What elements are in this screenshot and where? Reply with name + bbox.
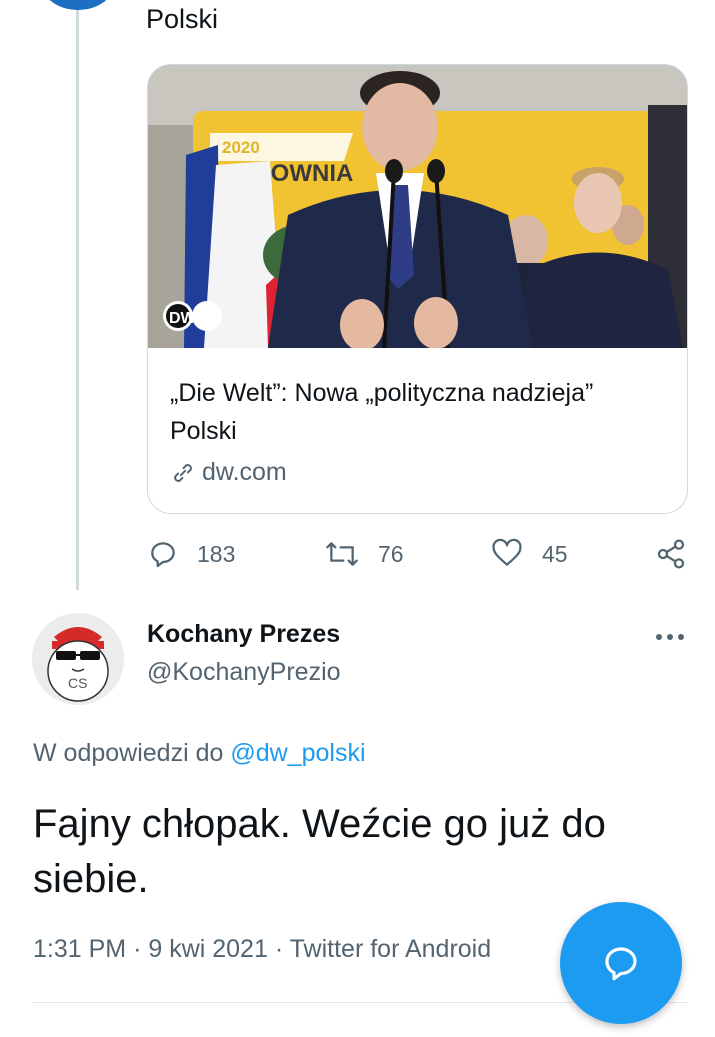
previous-tweet-text-tail: Polski — [146, 4, 219, 34]
retweet-count: 76 — [378, 540, 404, 567]
dw-logo-text: DW — [169, 310, 197, 327]
author-name[interactable]: Kochany Prezes — [147, 620, 340, 649]
more-options-button[interactable] — [652, 622, 688, 652]
tweet-date[interactable]: 9 kwi 2021 — [148, 935, 268, 963]
banner-year: 2020 — [222, 138, 260, 157]
reply-count: 183 — [197, 540, 236, 567]
reply-context: W odpowiedzi do @dw_polski — [33, 739, 366, 768]
compose-reply-button[interactable] — [560, 902, 682, 1024]
reply-to-mention[interactable]: @dw_polski — [230, 739, 365, 767]
retweet-icon — [326, 542, 358, 566]
card-title[interactable]: „Die Welt”: Nowa „polityczna nadzieja” P… — [170, 374, 665, 450]
compose-reply-icon — [605, 947, 637, 981]
share-icon — [657, 539, 685, 569]
meta-separator: · — [274, 935, 290, 963]
like-count: 45 — [542, 540, 568, 567]
press-photo: 2020 HOŁOWNIA DW — [148, 65, 687, 348]
tweet-meta: 1:31 PM · 9 kwi 2021 · Twitter for Andro… — [33, 935, 491, 964]
avatar-text: CS — [68, 675, 87, 691]
tweet-actions: 183 76 45 — [147, 532, 687, 576]
meta-separator: · — [133, 935, 149, 963]
card-image: 2020 HOŁOWNIA DW — [148, 65, 687, 348]
reply-action[interactable]: 183 — [147, 532, 235, 576]
reply-icon — [151, 542, 175, 568]
tweet-text: Fajny chłopak. Weźcie go już do siebie. — [33, 802, 606, 901]
thread-line — [76, 0, 79, 590]
card-domain-label: dw.com — [202, 458, 287, 486]
avatar[interactable]: CS — [32, 613, 124, 705]
reply-to-prefix: W odpowiedzi do — [33, 739, 224, 767]
like-icon — [492, 538, 522, 566]
link-icon — [174, 463, 192, 482]
more-icon — [656, 634, 684, 640]
avatar-illustration: CS — [32, 613, 124, 705]
share-action[interactable] — [655, 532, 687, 576]
like-action[interactable]: 45 — [490, 532, 568, 576]
tweet-source[interactable]: Twitter for Android — [290, 935, 491, 963]
link-preview-card[interactable]: 2020 HOŁOWNIA DW „Die Welt”: Nowa „polit… — [147, 64, 688, 514]
author-handle[interactable]: @KochanyPrezio — [147, 658, 341, 687]
retweet-action[interactable]: 76 — [324, 532, 404, 576]
card-domain: dw.com — [170, 458, 665, 487]
previous-author-avatar[interactable] — [40, 0, 116, 10]
tweet-time[interactable]: 1:31 PM — [33, 935, 126, 963]
